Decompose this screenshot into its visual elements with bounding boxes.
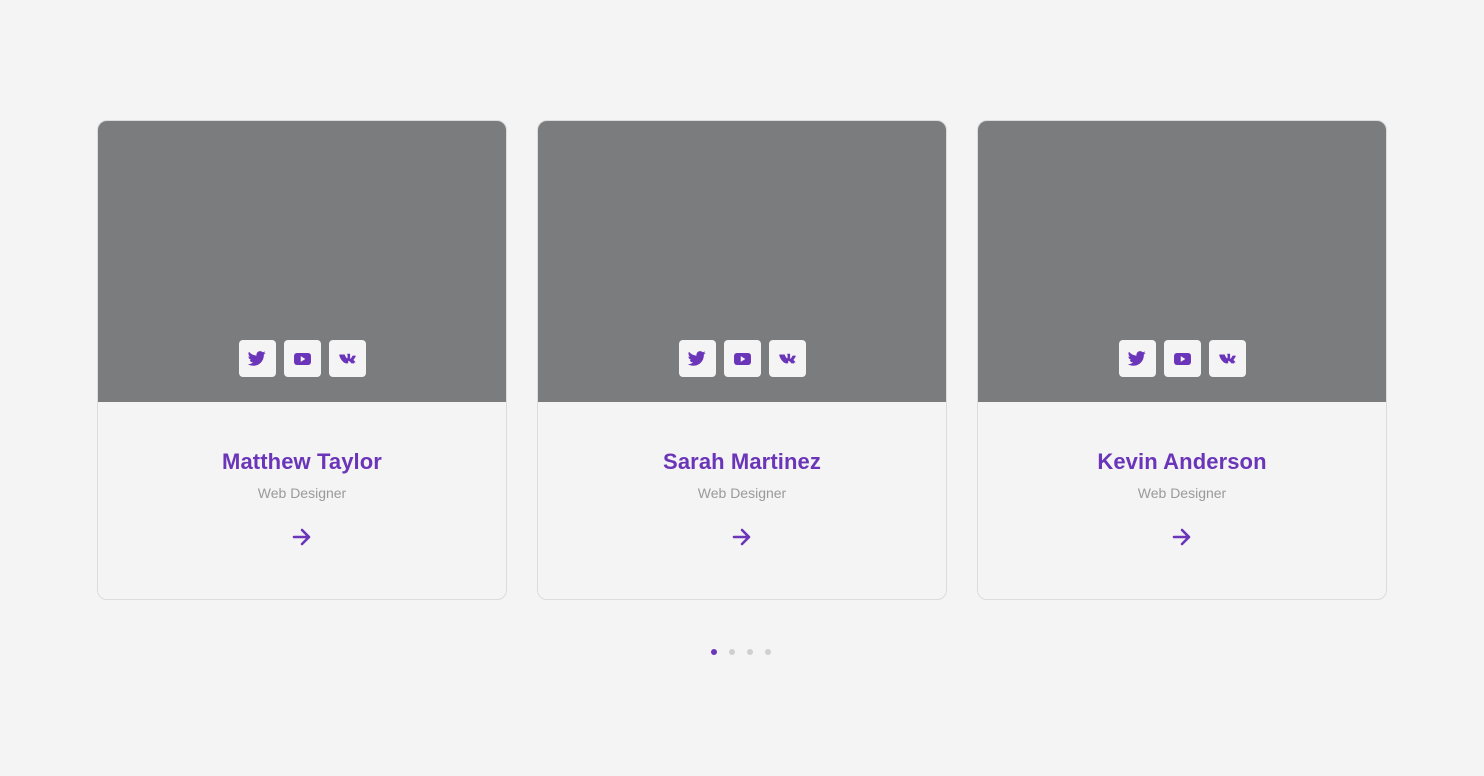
view-profile-button[interactable] [730,525,754,549]
team-card: Sarah Martinez Web Designer [537,120,947,600]
arrow-right-icon [732,528,751,546]
pagination-dot-4[interactable] [765,649,771,655]
vk-link[interactable] [1208,340,1246,377]
youtube-icon [293,352,311,365]
pagination-dot-2[interactable] [729,649,735,655]
vk-link[interactable] [328,340,366,377]
twitter-icon [1128,351,1146,366]
twitter-icon [688,351,706,366]
member-role: Web Designer [697,485,787,501]
member-photo [978,121,1386,402]
youtube-icon [1173,352,1191,365]
vk-icon [338,353,356,364]
member-role: Web Designer [1137,485,1227,501]
member-role: Web Designer [257,485,347,501]
pagination-dot-3[interactable] [747,649,753,655]
youtube-icon [733,352,751,365]
pagination-dot-1[interactable] [711,649,717,655]
member-info: Sarah Martinez Web Designer [538,402,946,551]
member-name: Sarah Martinez [663,449,821,474]
youtube-link[interactable] [723,340,761,377]
social-links [98,340,506,377]
member-name: Matthew Taylor [222,449,382,474]
team-card: Matthew Taylor Web Designer [97,120,507,600]
social-links [538,340,946,377]
arrow-right-icon [1172,528,1191,546]
youtube-link[interactable] [1163,340,1201,377]
twitter-link[interactable] [678,340,716,377]
view-profile-button[interactable] [1170,525,1194,549]
team-carousel: Matthew Taylor Web Designer Sarah Martin… [97,120,1387,600]
view-profile-button[interactable] [290,525,314,549]
arrow-right-icon [292,528,311,546]
youtube-link[interactable] [283,340,321,377]
vk-icon [778,353,796,364]
team-card: Kevin Anderson Web Designer [977,120,1387,600]
twitter-icon [248,351,266,366]
vk-icon [1218,353,1236,364]
member-photo [98,121,506,402]
member-photo [538,121,946,402]
twitter-link[interactable] [1118,340,1156,377]
vk-link[interactable] [768,340,806,377]
twitter-link[interactable] [238,340,276,377]
social-links [978,340,1386,377]
member-info: Matthew Taylor Web Designer [98,402,506,551]
carousel-pagination [711,649,771,655]
member-info: Kevin Anderson Web Designer [978,402,1386,551]
member-name: Kevin Anderson [1097,449,1267,474]
